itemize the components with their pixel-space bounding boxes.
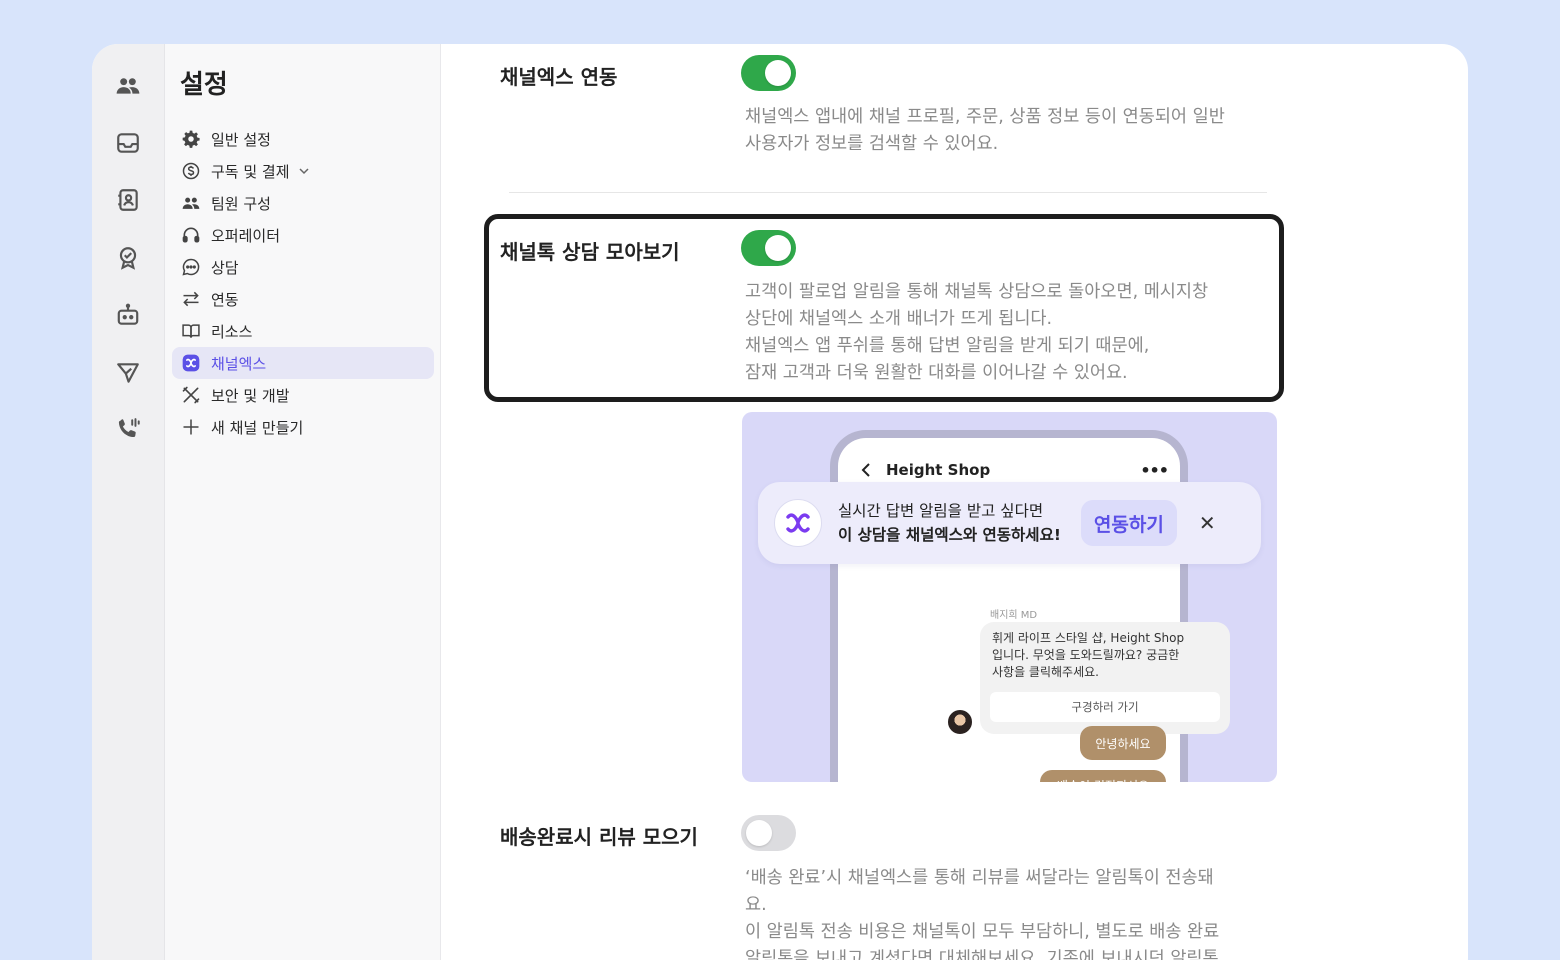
phone-header: Height Shop •••	[858, 456, 1169, 484]
dollar-icon	[180, 160, 202, 182]
message-line: 휘게 라이프 스타일 샵, Height Shop	[992, 631, 1185, 645]
team-icon	[180, 192, 202, 214]
close-icon: ✕	[1198, 511, 1216, 535]
badge-icon[interactable]	[114, 244, 142, 272]
sidebar-item-team[interactable]: 팀원 구성	[172, 187, 434, 219]
channelx-banner: 실시간 답변 알림을 받고 싶다면 이 상담을 채널엑스와 연동하세요! 연동하…	[758, 482, 1261, 564]
banner-line: 실시간 답변 알림을 받고 싶다면	[838, 502, 1044, 520]
sidebar-item-label: 보안 및 개발	[211, 386, 290, 405]
setting-desc-review-collect: ‘배송 완료’시 채널엑스를 통해 리뷰를 써달라는 알림톡이 전송돼 요. 이…	[745, 865, 1219, 960]
sidebar-item-billing[interactable]: 구독 및 결제	[172, 155, 434, 187]
bot-icon[interactable]	[114, 301, 142, 329]
channelx-icon	[180, 352, 202, 374]
setting-title-chat-collect: 채널톡 상담 모아보기	[500, 240, 680, 264]
reply-bubble: 배송이 걱정되서요	[1040, 770, 1166, 782]
icon-rail	[92, 44, 165, 960]
setting-title-review-collect: 배송완료시 리뷰 모으기	[500, 825, 698, 849]
desc-line: 사용자가 정보를 검색할 수 있어요.	[745, 134, 999, 154]
chat-collect-toggle[interactable]	[741, 230, 796, 266]
book-icon	[180, 320, 202, 342]
sidebar-item-resources[interactable]: 리소스	[172, 315, 434, 347]
sidebar-item-security[interactable]: 보안 및 개발	[172, 379, 434, 411]
sidebar-item-integration[interactable]: 연동	[172, 283, 434, 315]
team-icon[interactable]	[114, 72, 142, 100]
inbox-icon[interactable]	[114, 129, 142, 157]
toggle-knob	[765, 235, 791, 261]
sidebar-item-label: 일반 설정	[211, 130, 271, 149]
desc-line: 알림톡을 보내고 계셨다면 대체해보세요. 기존에 보내시던 알림톡	[745, 949, 1219, 960]
divider	[509, 192, 1267, 193]
tools-icon	[180, 384, 202, 406]
shop-name: Height Shop	[886, 461, 991, 479]
back-arrow-icon	[861, 463, 870, 477]
sidebar-item-new-channel[interactable]: 새 채널 만들기	[172, 411, 434, 443]
chat-sender: 배지희 MD	[990, 610, 1038, 621]
chat-preview-image: Height Shop ••• 배지희 MD 휘게 라이프 스타일 샵, Hei…	[742, 412, 1277, 782]
sidebar-item-label: 리소스	[211, 322, 253, 341]
headset-icon	[180, 224, 202, 246]
banner-line: 이 상담을 채널엑스와 연동하세요!	[838, 526, 1061, 544]
sidebar-item-operator[interactable]: 오퍼레이터	[172, 219, 434, 251]
desc-line: 고객이 팔로업 알림을 통해 채널톡 상담으로 돌아오면, 메시지창	[745, 282, 1209, 302]
sidebar-item-label: 채널엑스	[211, 354, 267, 373]
gear-icon	[180, 128, 202, 150]
sidebar-item-label: 팀원 구성	[211, 194, 271, 213]
sidebar-item-label: 구독 및 결제	[211, 162, 290, 181]
message-line: 사항을 클릭해주세요.	[992, 665, 1099, 679]
desc-line: ‘배송 완료’시 채널엑스를 통해 리뷰를 써달라는 알림톡이 전송돼	[745, 868, 1214, 888]
reply-bubble: 안녕하세요	[1080, 726, 1166, 760]
banner-text: 실시간 답변 알림을 받고 싶다면 이 상담을 채널엑스와 연동하세요!	[838, 499, 1061, 547]
chevron-down-icon[interactable]	[298, 165, 310, 177]
review-collect-toggle[interactable]	[741, 815, 796, 851]
settings-main: 채널엑스 연동 채널엑스 앱내에 채널 프로필, 주문, 상품 정보 등이 연동…	[441, 44, 1468, 960]
toggle-knob	[746, 820, 772, 846]
phone-icon[interactable]	[114, 415, 142, 443]
sidebar-item-label: 새 채널 만들기	[211, 418, 304, 437]
settings-nav: 일반 설정 구독 및 결제 팀원 구성 오퍼레이터 상담 연동 리소스 채널엑스…	[172, 123, 434, 443]
plus-icon	[180, 416, 202, 438]
more-icon: •••	[1140, 460, 1169, 480]
banner-link-button: 연동하기	[1080, 500, 1177, 546]
setting-desc-chat-collect: 고객이 팔로업 알림을 통해 채널톡 상담으로 돌아오면, 메시지창 상단에 채…	[745, 279, 1208, 387]
channelx-logo-icon	[774, 499, 822, 547]
desc-line: 요.	[745, 895, 767, 915]
desc-line: 이 알림톡 전송 비용은 채널톡이 모두 부담하니, 별도로 배송 완료	[745, 922, 1220, 942]
desc-line: 잠재 고객과 더욱 원활한 대화를 이어나갈 수 있어요.	[745, 363, 1128, 383]
setting-desc-channelx-link: 채널엑스 앱내에 채널 프로필, 주문, 상품 정보 등이 연동되어 일반 사용…	[745, 104, 1225, 158]
sidebar-item-label: 연동	[211, 290, 239, 309]
desc-line: 상단에 채널엑스 소개 배너가 뜨게 됩니다.	[745, 309, 1053, 329]
browse-button: 구경하러 가기	[990, 692, 1220, 722]
sidebar-item-label: 상담	[211, 258, 239, 277]
setting-title-channelx-link: 채널엑스 연동	[500, 65, 618, 89]
sidebar-item-chat[interactable]: 상담	[172, 251, 434, 283]
toggle-knob	[765, 60, 791, 86]
sidebar-item-label: 오퍼레이터	[211, 226, 281, 245]
send-icon[interactable]	[114, 359, 142, 387]
message-line: 입니다. 무엇을 도와드릴까요? 궁금한	[992, 648, 1180, 662]
contacts-icon[interactable]	[114, 186, 142, 214]
channelx-link-toggle[interactable]	[741, 55, 796, 91]
settings-sidebar: 설정 일반 설정 구독 및 결제 팀원 구성 오퍼레이터 상담 연동 리소스 채…	[165, 44, 441, 960]
desc-line: 채널엑스 앱내에 채널 프로필, 주문, 상품 정보 등이 연동되어 일반	[745, 107, 1225, 127]
sidebar-title: 설정	[180, 70, 228, 100]
desc-line: 채널엑스 앱 푸쉬를 통해 답변 알림을 받게 되기 때문에,	[745, 336, 1150, 356]
avatar	[946, 708, 974, 736]
settings-window: 설정 일반 설정 구독 및 결제 팀원 구성 오퍼레이터 상담 연동 리소스 채…	[92, 44, 1468, 960]
arrows-icon	[180, 288, 202, 310]
sidebar-item-general[interactable]: 일반 설정	[172, 123, 434, 155]
chat-icon	[180, 256, 202, 278]
sidebar-item-channelx[interactable]: 채널엑스	[172, 347, 434, 379]
